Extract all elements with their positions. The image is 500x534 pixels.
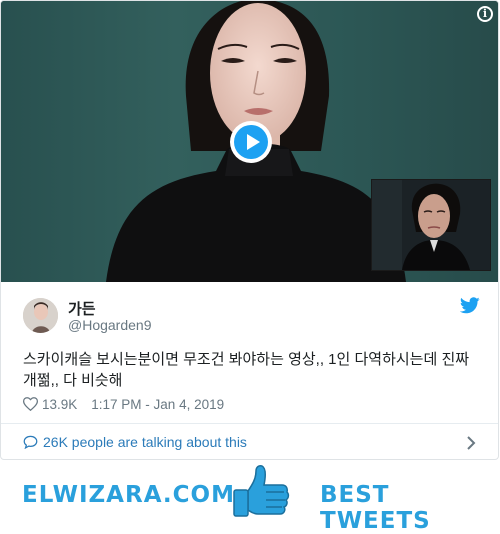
info-icon[interactable]: i: [477, 6, 493, 22]
avatar[interactable]: [23, 298, 58, 333]
tweet-meta: 13.9K 1:17 PM - Jan 4, 2019: [23, 394, 224, 414]
tweet-card[interactable]: i 가든 @Hogarden9 스카이캐슬 보시는분이면 무조건 봐야하는 영상…: [0, 0, 499, 460]
tweet-video[interactable]: i: [1, 1, 498, 282]
play-button[interactable]: [230, 121, 272, 163]
twitter-bird-icon[interactable]: [460, 297, 480, 314]
inset-person: [372, 180, 490, 270]
conversation-label: 26K people are talking about this: [43, 434, 247, 450]
like-count[interactable]: 13.9K: [42, 397, 77, 412]
promo-banner: ELWIZARA.COM BEST TWEETS: [0, 460, 500, 534]
conversation-link[interactable]: 26K people are talking about this: [23, 434, 247, 450]
tweet-header: 가든 @Hogarden9: [23, 298, 483, 338]
divider: [1, 423, 498, 424]
tweet-timestamp[interactable]: 1:17 PM - Jan 4, 2019: [91, 397, 224, 412]
tweet-text: 스카이캐슬 보시는분이면 무조건 봐야하는 영상,, 1인 다역하시는데 진짜 …: [23, 351, 470, 389]
author-handle[interactable]: @Hogarden9: [68, 317, 152, 333]
heart-icon[interactable]: [23, 397, 38, 411]
speech-bubble-icon: [23, 435, 38, 449]
video-inset-frame: [371, 179, 491, 271]
play-icon: [234, 125, 268, 159]
author-name[interactable]: 가든: [68, 298, 96, 319]
avatar-image: [23, 298, 58, 333]
chevron-right-icon[interactable]: [466, 435, 476, 451]
thumbs-up-icon: [233, 465, 290, 517]
banner-site-name[interactable]: ELWIZARA.COM: [22, 482, 235, 508]
banner-tagline[interactable]: BEST TWEETS: [320, 482, 500, 534]
